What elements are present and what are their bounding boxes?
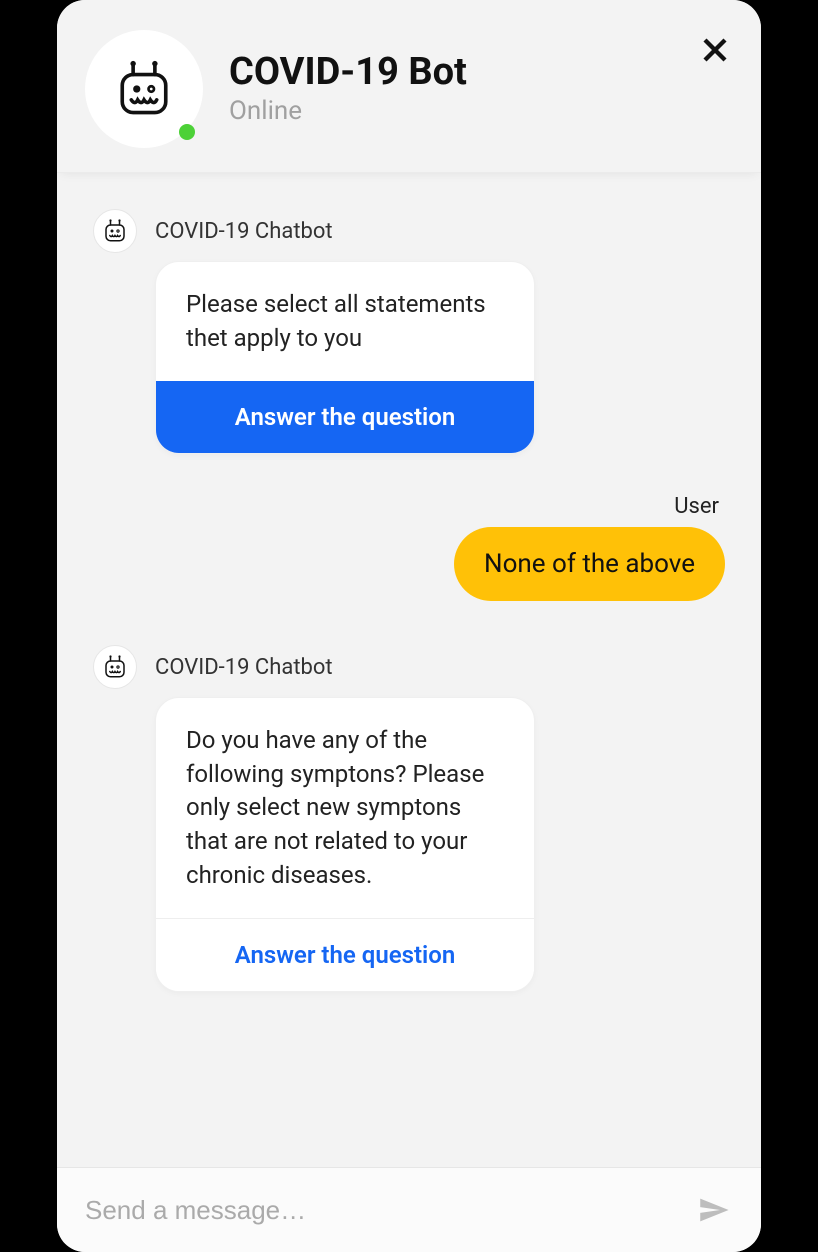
bot-message: COVID-19 Chatbot Please select all state… (93, 209, 725, 454)
bot-text: Do you have any of the following sympton… (156, 698, 534, 918)
sender-label: User (93, 494, 719, 519)
sender-label: COVID-19 Chatbot (155, 209, 333, 253)
sender-label: COVID-19 Chatbot (155, 645, 333, 689)
bot-status: Online (229, 96, 467, 126)
robot-icon (103, 219, 127, 243)
header-text: COVID-19 Bot Online (229, 52, 467, 126)
bot-text: Please select all statements thet apply … (156, 262, 534, 381)
bot-bubble: Please select all statements thet apply … (155, 261, 535, 454)
send-icon (696, 1193, 730, 1227)
user-message: User None of the above (93, 494, 725, 601)
bot-message-avatar (93, 209, 137, 253)
bot-message-avatar (93, 645, 137, 689)
bot-title: COVID-19 Bot (229, 52, 467, 94)
chat-window: COVID-19 Bot Online COVID-19 Chatbot Ple… (57, 0, 761, 1252)
user-bubble: None of the above (454, 527, 725, 601)
robot-icon (115, 60, 173, 118)
input-bar (57, 1167, 761, 1252)
messages-area: COVID-19 Chatbot Please select all state… (57, 173, 761, 1167)
online-status-dot (179, 124, 195, 140)
bot-message: COVID-19 Chatbot Do you have any of the … (93, 645, 725, 992)
chat-header: COVID-19 Bot Online (57, 0, 761, 173)
send-button[interactable] (693, 1190, 733, 1230)
close-icon (700, 35, 730, 65)
answer-question-button[interactable]: Answer the question (156, 918, 534, 991)
close-button[interactable] (697, 32, 733, 68)
message-input[interactable] (85, 1195, 693, 1226)
bot-avatar (85, 30, 203, 148)
answer-question-button[interactable]: Answer the question (156, 381, 534, 453)
robot-icon (103, 655, 127, 679)
bot-bubble: Do you have any of the following sympton… (155, 697, 535, 992)
